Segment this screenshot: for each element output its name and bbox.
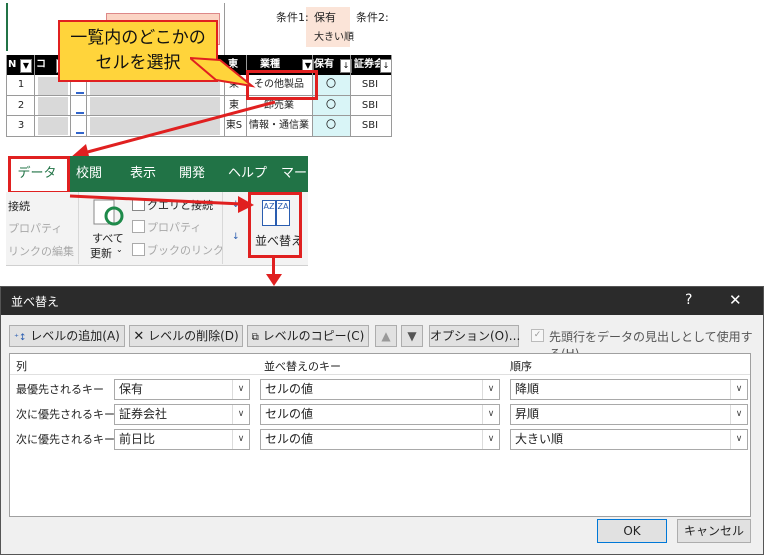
column-select[interactable]: 証券会社 ∨ bbox=[114, 404, 250, 425]
filter-dropdown[interactable]: ▼ bbox=[20, 59, 32, 73]
sort-key-select[interactable]: セルの値 ∨ bbox=[260, 379, 500, 400]
cancel-button[interactable]: キャンセル bbox=[677, 519, 751, 543]
column-select[interactable]: 前日比 ∨ bbox=[114, 429, 250, 450]
properties2-label: プロパティ bbox=[147, 221, 202, 234]
chevron-down-icon: ∨ bbox=[482, 430, 499, 449]
chevron-down-icon[interactable]: ⌄ bbox=[116, 245, 123, 254]
help-button[interactable]: ? bbox=[685, 292, 692, 308]
callout-line1: 一覧内のどこかの bbox=[70, 28, 206, 48]
copy-level-label: レベルのコピー(C) bbox=[262, 329, 365, 343]
header-broker: 証券会 bbox=[354, 55, 382, 75]
chevron-down-icon: ∨ bbox=[730, 430, 747, 449]
arrow-to-sort-button bbox=[69, 194, 254, 213]
chevron-down-icon: ∨ bbox=[482, 380, 499, 399]
ok-button[interactable]: OK bbox=[597, 519, 667, 543]
delete-level-button[interactable]: ✕ レベルの削除(D) bbox=[129, 325, 243, 347]
level-label: 次に優先されるキー bbox=[16, 408, 115, 421]
add-level-icon: ⁺↕ bbox=[14, 333, 27, 343]
delete-icon: ✕ bbox=[133, 329, 145, 344]
header-code: コ bbox=[36, 55, 50, 75]
chevron-down-icon: ∨ bbox=[482, 405, 499, 424]
cond2-label: 条件2: bbox=[356, 11, 389, 24]
add-level-button[interactable]: ⁺↕ レベルの追加(A) bbox=[9, 325, 125, 347]
options-button[interactable]: オプション(O)... bbox=[429, 325, 520, 347]
connections-label[interactable]: 接続 bbox=[8, 198, 30, 214]
close-button[interactable]: ✕ bbox=[729, 291, 742, 309]
cond1-label: 条件1: bbox=[276, 11, 309, 24]
header-no: N bbox=[8, 55, 20, 75]
copy-level-button[interactable]: ⧉ レベルのコピー(C) bbox=[247, 325, 369, 347]
sort-key-select[interactable]: セルの値 ∨ bbox=[260, 429, 500, 450]
cond1-value: 保有 bbox=[314, 11, 336, 24]
dialog-titlebar: 並べ替え ? ✕ bbox=[1, 287, 763, 315]
level-label: 次に優先されるキー bbox=[16, 433, 115, 446]
refresh-all-label2[interactable]: 更新 bbox=[90, 245, 112, 261]
row-number: 1 bbox=[17, 79, 25, 90]
row-broker: SBI bbox=[361, 120, 379, 131]
move-up-button[interactable]: ▲ bbox=[375, 325, 397, 347]
header-hold: 保有 bbox=[314, 55, 342, 75]
sort-dialog: 並べ替え ? ✕ ⁺↕ レベルの追加(A) ✕ レベルの削除(D) ⧉ レベルの… bbox=[0, 286, 764, 555]
refresh-all-label[interactable]: すべて bbox=[92, 230, 124, 246]
properties-label: プロパティ bbox=[8, 222, 63, 235]
chevron-down-icon: ∨ bbox=[730, 380, 747, 399]
chevron-down-icon: ∨ bbox=[232, 405, 249, 424]
row-broker: SBI bbox=[361, 100, 379, 111]
sort-key-select[interactable]: セルの値 ∨ bbox=[260, 404, 500, 425]
column-select[interactable]: 保有 ∨ bbox=[114, 379, 250, 400]
header-checkbox[interactable]: ✓ bbox=[531, 329, 544, 342]
callout-pointer bbox=[190, 56, 256, 88]
sheet-edge bbox=[6, 3, 8, 51]
column-header: 列 bbox=[16, 360, 27, 373]
sort-key-header: 並べ替えのキー bbox=[264, 360, 341, 373]
sort-za-icon[interactable]: ↓ bbox=[232, 232, 240, 242]
move-down-button[interactable]: ▼ bbox=[401, 325, 423, 347]
dialog-title: 並べ替え bbox=[11, 295, 60, 309]
chevron-down-icon: ∨ bbox=[730, 405, 747, 424]
row-number: 2 bbox=[17, 100, 25, 111]
delete-level-label: レベルの削除(D) bbox=[148, 329, 239, 343]
cond1-order: 大きい順 bbox=[314, 32, 354, 43]
properties-icon bbox=[132, 220, 145, 233]
workbook-links-label: ブックのリンク bbox=[147, 244, 224, 257]
copy-icon: ⧉ bbox=[251, 332, 259, 343]
sort-levels-list: 列 並べ替えのキー 順序 最優先されるキー 保有 ∨ セルの値 ∨ 降順 ∨ 次に優先… bbox=[9, 353, 751, 517]
order-header: 順序 bbox=[510, 360, 532, 373]
row-number: 3 bbox=[17, 120, 25, 131]
data-tab-highlight bbox=[8, 156, 70, 194]
edit-links-label: リンクの編集 bbox=[8, 245, 74, 258]
row-broker: SBI bbox=[361, 79, 379, 90]
order-select[interactable]: 降順 ∨ bbox=[510, 379, 748, 400]
chevron-down-icon: ∨ bbox=[232, 380, 249, 399]
tab-mark[interactable]: マーク bbox=[281, 156, 308, 192]
level-label: 最優先されるキー bbox=[16, 383, 104, 396]
chevron-down-icon: ∨ bbox=[232, 430, 249, 449]
workbook-links-icon bbox=[132, 243, 145, 256]
add-level-label: レベルの追加(A) bbox=[30, 329, 120, 343]
row-hold: 〇 bbox=[326, 120, 336, 131]
order-select[interactable]: 大きい順 ∨ bbox=[510, 429, 748, 450]
order-select[interactable]: 昇順 ∨ bbox=[510, 404, 748, 425]
